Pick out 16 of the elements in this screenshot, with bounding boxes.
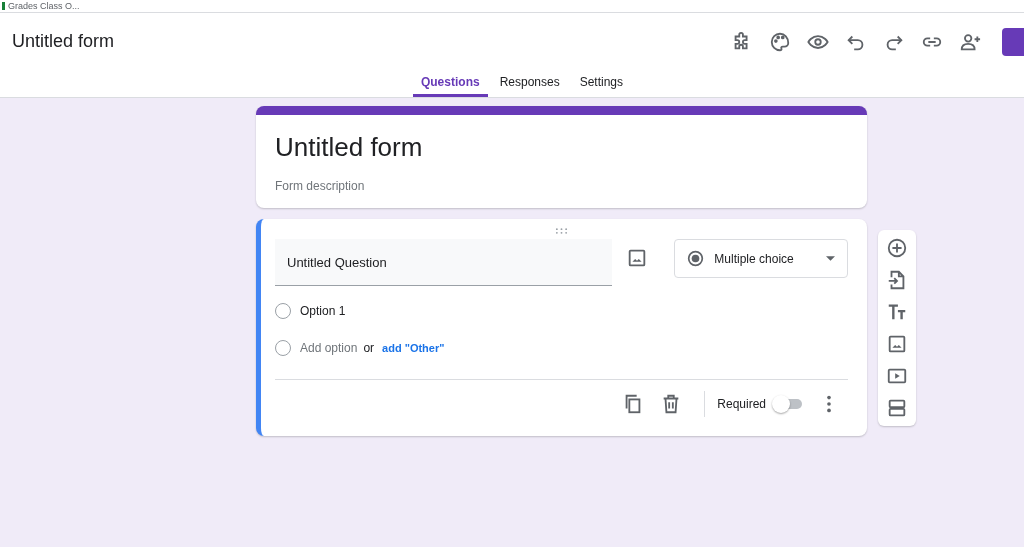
radio-icon	[687, 250, 705, 267]
question-title-field[interactable]: Untitled Question	[275, 239, 612, 286]
add-option-link[interactable]: Add option	[300, 340, 358, 355]
question-type-dropdown[interactable]: Multiple choice	[674, 239, 848, 278]
drag-handle-icon[interactable]	[555, 227, 568, 234]
required-label: Required	[717, 396, 766, 411]
tab[interactable]: Responses	[491, 70, 568, 97]
tab[interactable]: Settings	[571, 70, 632, 97]
browser-tab-title: Grades Class O...	[8, 1, 80, 11]
caret-icon	[826, 256, 835, 261]
form-title[interactable]: Untitled form	[275, 131, 848, 163]
tab[interactable]: Questions	[412, 70, 488, 97]
form-name[interactable]: Untitled form	[12, 31, 730, 52]
option-label[interactable]: Option 1	[300, 303, 346, 318]
add-other-link[interactable]: add "Other"	[382, 341, 445, 354]
or-text: or	[363, 340, 375, 355]
